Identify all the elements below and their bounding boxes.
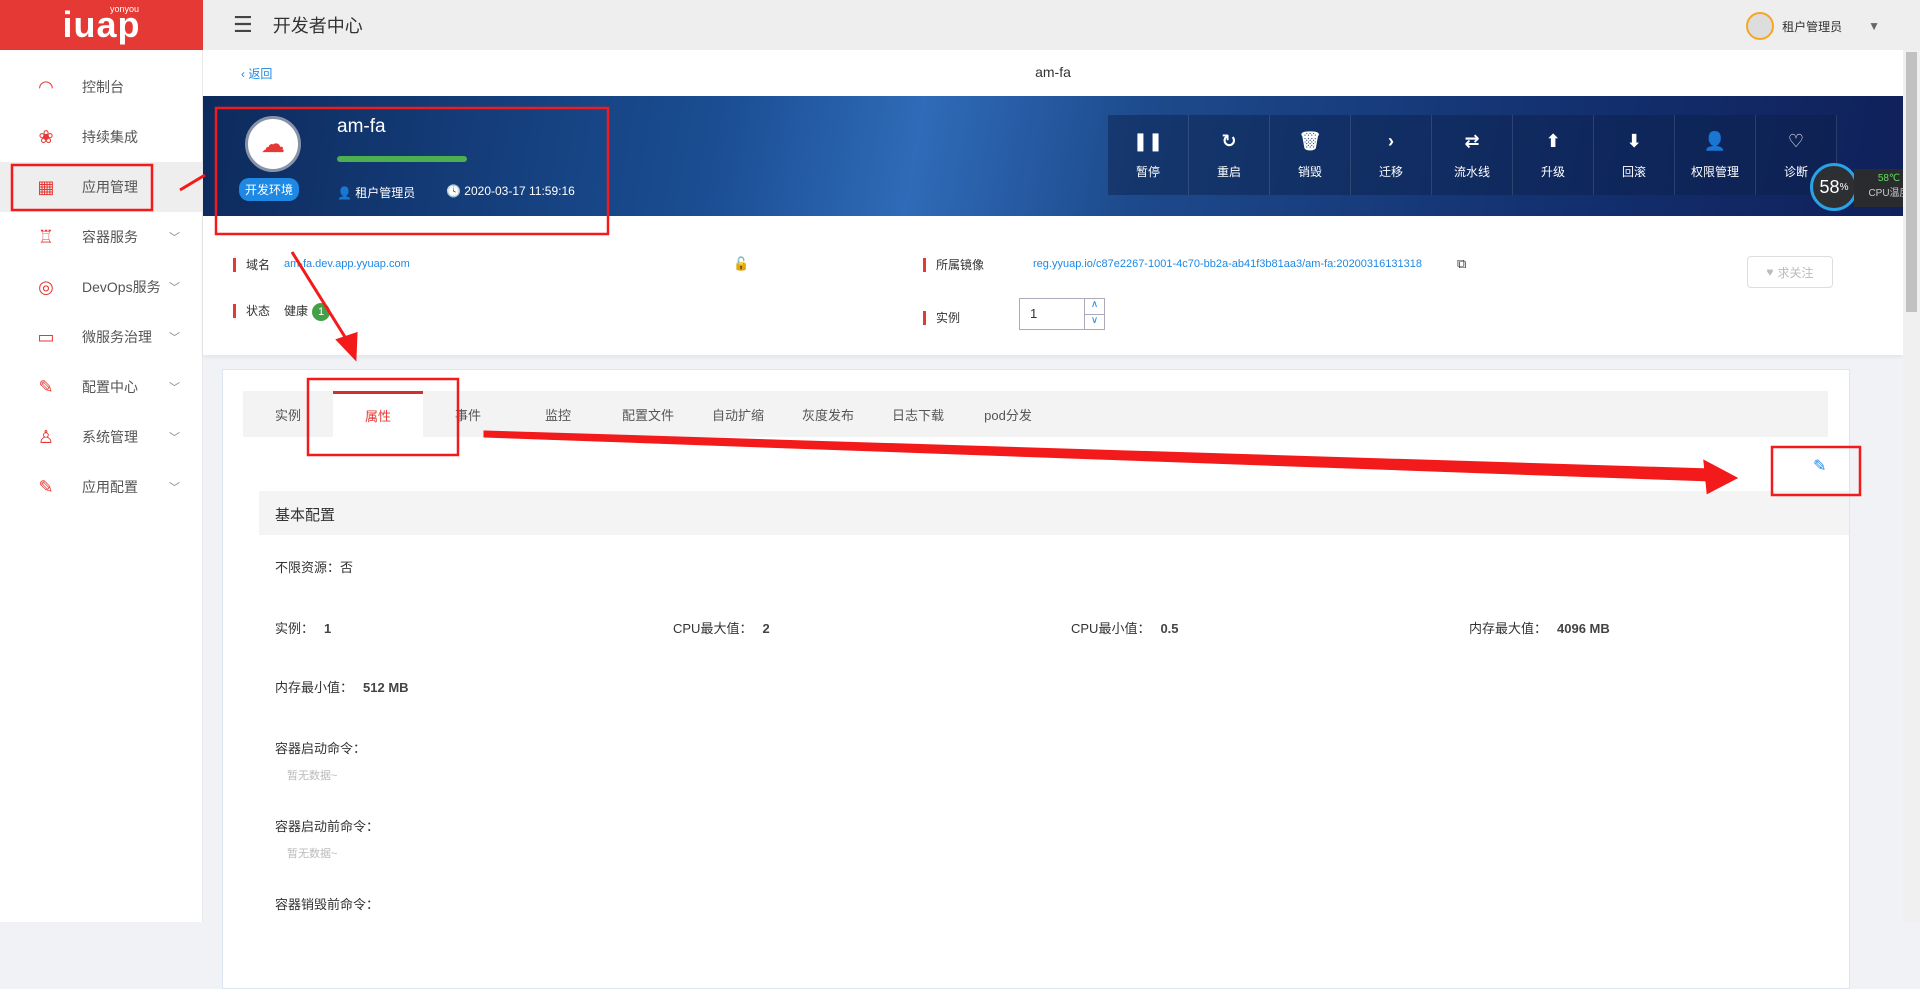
increment-icon[interactable]: ∧	[1085, 299, 1104, 315]
sidebar-item[interactable]: ❀ 持续集成	[0, 112, 202, 162]
created-time: 🕓 2020-03-17 11:59:16	[446, 184, 575, 198]
sidebar-item[interactable]: ◎ DevOps服务 ﹀	[0, 262, 202, 312]
user-icon: 👤	[337, 186, 352, 200]
caret-down-icon: ▼	[1868, 19, 1880, 33]
hamburger-menu-icon[interactable]: ☰	[233, 12, 253, 38]
diagnose-icon: ♡	[1787, 130, 1805, 151]
app-title: 开发者中心	[272, 16, 363, 36]
owner: 👤 租户管理员	[337, 186, 416, 200]
avatar	[1746, 12, 1775, 40]
config-field: 实例： 1	[275, 621, 332, 636]
rollback-icon: ⬇	[1626, 130, 1642, 151]
app-name: am-fa	[337, 116, 386, 137]
section-title: 基本配置	[259, 491, 1849, 535]
pipeline-icon: ⇄	[1464, 130, 1480, 151]
action-button[interactable]: › 迁移	[1351, 115, 1432, 195]
command-field: 容器启动前命令： 暂无数据~	[275, 819, 380, 860]
tab[interactable]: 配置文件	[603, 391, 693, 437]
chevron-down-icon: ﹀	[169, 232, 180, 244]
mem-min: 内存最小值： 512 MB	[275, 680, 409, 695]
unlimited-resource: 不限资源：否	[275, 560, 354, 575]
tab[interactable]: 属性	[333, 391, 423, 437]
lifebuoy-icon: ◎	[38, 276, 54, 297]
tab[interactable]: 灰度发布	[783, 391, 873, 437]
sidebar-item[interactable]: ▦ 应用管理	[0, 162, 202, 212]
sidebar-item[interactable]: ◠ 控制台	[0, 62, 202, 112]
tab[interactable]: 自动扩缩	[693, 391, 783, 437]
sidebar-item[interactable]: ✎ 应用配置 ﹀	[0, 462, 202, 512]
action-button[interactable]: ⬆ 升级	[1513, 115, 1594, 195]
app-info: 域名 am-fa.dev.app.yyuap.com 🔓 所属镜像 reg.yy…	[203, 216, 1903, 355]
edit-icon[interactable]: ✎	[1813, 456, 1826, 476]
clock-icon: 🕓	[446, 184, 461, 198]
migrate-icon: ›	[1388, 130, 1394, 151]
logo[interactable]: iuap yonyou	[0, 0, 203, 50]
tab[interactable]: 事件	[423, 391, 513, 437]
env-badge: 开发环境	[239, 178, 300, 201]
user-menu[interactable]: 租户管理员 ▼	[1746, 12, 1880, 40]
unlock-icon[interactable]: 🔓	[733, 256, 749, 272]
copy-icon[interactable]: ⧉	[1457, 256, 1466, 272]
hierarchy-icon: ♖	[37, 226, 55, 247]
action-button[interactable]: ❚❚ 暂停	[1108, 115, 1189, 195]
chevron-down-icon: ﹀	[169, 282, 180, 294]
action-toolbar: ❚❚ 暂停 ↻ 重启 🗑 销毁 › 迁移 ⇄ 流水线 ⬆ 升级 ⬇ 回滚 👤 权限管理 ♡ 诊断	[1108, 115, 1837, 195]
domain-link[interactable]: am-fa.dev.app.yyuap.com	[284, 258, 410, 270]
action-button[interactable]: 👤 权限管理	[1675, 115, 1756, 195]
sidebar-item[interactable]: ▭ 微服务治理 ﹀	[0, 312, 202, 362]
chevron-down-icon: ﹀	[169, 432, 180, 444]
permission-icon: 👤	[1703, 130, 1727, 151]
trash-icon: 🗑	[1298, 130, 1322, 151]
chevron-down-icon: ﹀	[169, 482, 180, 494]
app-progress-bar	[337, 156, 467, 162]
pause-icon: ❚❚	[1132, 130, 1164, 151]
restart-icon: ↻	[1221, 130, 1237, 151]
config-field: CPU最小值： 0.5	[1071, 621, 1179, 636]
chevron-down-icon: ﹀	[169, 382, 180, 394]
laptop-icon: ▭	[37, 326, 55, 347]
user-gear-icon: ♙	[37, 426, 55, 447]
app-banner: ☁ 开发环境 am-fa 👤 租户管理员 🕓 2020-03-17 11:59:…	[203, 96, 1920, 216]
clover-icon: ❀	[38, 126, 54, 147]
action-button[interactable]: ⬇ 回滚	[1594, 115, 1675, 195]
tab[interactable]: 实例	[243, 391, 333, 437]
health-badge: 1	[312, 303, 331, 321]
scrollbar-thumb[interactable]	[1906, 52, 1917, 312]
page-title: am-fa	[1035, 64, 1071, 80]
grid-icon: ▦	[37, 176, 55, 197]
tab[interactable]: 日志下载	[873, 391, 963, 437]
decrement-icon[interactable]: ∨	[1085, 315, 1104, 330]
tab[interactable]: 监控	[513, 391, 603, 437]
sidebar-item[interactable]: ♙ 系统管理 ﹀	[0, 412, 202, 462]
action-button[interactable]: ⇄ 流水线	[1432, 115, 1513, 195]
dashboard-icon: ◠	[38, 76, 54, 97]
scrollbar[interactable]	[1903, 50, 1920, 922]
follow-button[interactable]: ♥ 求关注	[1747, 256, 1833, 288]
action-button[interactable]: 🗑 销毁	[1270, 115, 1351, 195]
detail-card: 实例 属性 事件 监控 配置文件 自动扩缩 灰度发布 日志下载 pod分发 ✎ 基本配置 不限资…	[222, 369, 1850, 989]
command-field: 容器销毁前命令：	[275, 897, 380, 912]
heart-icon: ♥	[1766, 265, 1774, 279]
config-field: CPU最大值： 2	[673, 621, 770, 636]
upgrade-icon: ⬆	[1545, 130, 1561, 151]
wrench-icon: ✎	[38, 376, 54, 397]
top-header: ☰ 开发者中心 租户管理员 ▼	[203, 0, 1920, 50]
config-field: 内存最大值： 4096 MB	[1469, 621, 1610, 636]
sidebar-item[interactable]: ✎ 配置中心 ﹀	[0, 362, 202, 412]
tab[interactable]: pod分发	[963, 391, 1053, 437]
command-field: 容器启动命令： 暂无数据~	[275, 741, 367, 782]
sidebar: ◠ 控制台 ❀ 持续集成 ▦ 应用管理 ♖ 容器服务 ﹀ ◎ DevOps服务 ﹀ ▭ 微服务治理 ﹀ ✎ 配置…	[0, 50, 203, 922]
tab-bar: 实例 属性 事件 监控 配置文件 自动扩缩 灰度发布 日志下载 pod分发	[243, 391, 1828, 437]
wrench-icon: ✎	[38, 476, 54, 497]
action-button[interactable]: ↻ 重启	[1189, 115, 1270, 195]
main-content: ‹ 返回 am-fa ☁ 开发环境 am-fa 👤 租户管理员 🕓 2020-0…	[203, 50, 1920, 989]
status-value: 健康 1	[284, 302, 331, 321]
sidebar-item[interactable]: ♖ 容器服务 ﹀	[0, 212, 202, 262]
chevron-down-icon: ﹀	[169, 332, 180, 344]
image-link[interactable]: reg.yyuap.io/c87e2267-1001-4c70-bb2a-ab4…	[1033, 258, 1422, 270]
instance-stepper[interactable]: 1 ∧ ∨	[1019, 298, 1105, 330]
cloud-app-icon: ☁	[245, 116, 301, 172]
